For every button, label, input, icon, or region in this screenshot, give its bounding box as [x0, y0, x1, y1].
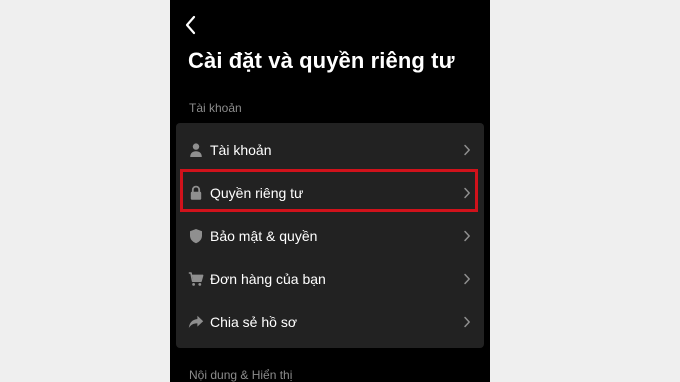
menu-item-orders[interactable]: Đơn hàng của bạn — [176, 257, 484, 300]
back-button[interactable] — [180, 12, 202, 38]
chevron-left-icon — [180, 12, 202, 38]
chevron-right-icon — [463, 187, 471, 199]
section-label-content-display: Nội dung & Hiển thị — [189, 368, 293, 382]
menu-item-account[interactable]: Tài khoản — [176, 128, 484, 171]
shield-icon — [188, 228, 204, 244]
menu-item-label: Đơn hàng của bạn — [210, 270, 326, 287]
screenshot-stage: Cài đặt và quyền riêng tư Tài khoản Tài … — [0, 0, 680, 382]
person-icon — [188, 142, 204, 158]
share-icon — [188, 314, 204, 330]
menu-item-share-profile[interactable]: Chia sẻ hồ sơ — [176, 300, 484, 343]
chevron-right-icon — [463, 230, 471, 242]
chevron-right-icon — [463, 316, 471, 328]
menu-item-label: Chia sẻ hồ sơ — [210, 313, 298, 330]
account-settings-card: Tài khoản Quyền riêng tư Bảo mật & quyền… — [176, 123, 484, 348]
menu-item-privacy[interactable]: Quyền riêng tư — [176, 171, 484, 214]
menu-item-label: Bảo mật & quyền — [210, 227, 318, 244]
settings-screen: Cài đặt và quyền riêng tư Tài khoản Tài … — [170, 0, 490, 382]
chevron-right-icon — [463, 273, 471, 285]
cart-icon — [188, 271, 204, 287]
page-title: Cài đặt và quyền riêng tư — [188, 48, 455, 73]
menu-item-label: Tài khoản — [210, 141, 272, 158]
chevron-right-icon — [463, 144, 471, 156]
lock-icon — [188, 185, 204, 201]
menu-item-label: Quyền riêng tư — [210, 184, 304, 201]
section-label-account: Tài khoản — [189, 101, 242, 115]
menu-item-security[interactable]: Bảo mật & quyền — [176, 214, 484, 257]
